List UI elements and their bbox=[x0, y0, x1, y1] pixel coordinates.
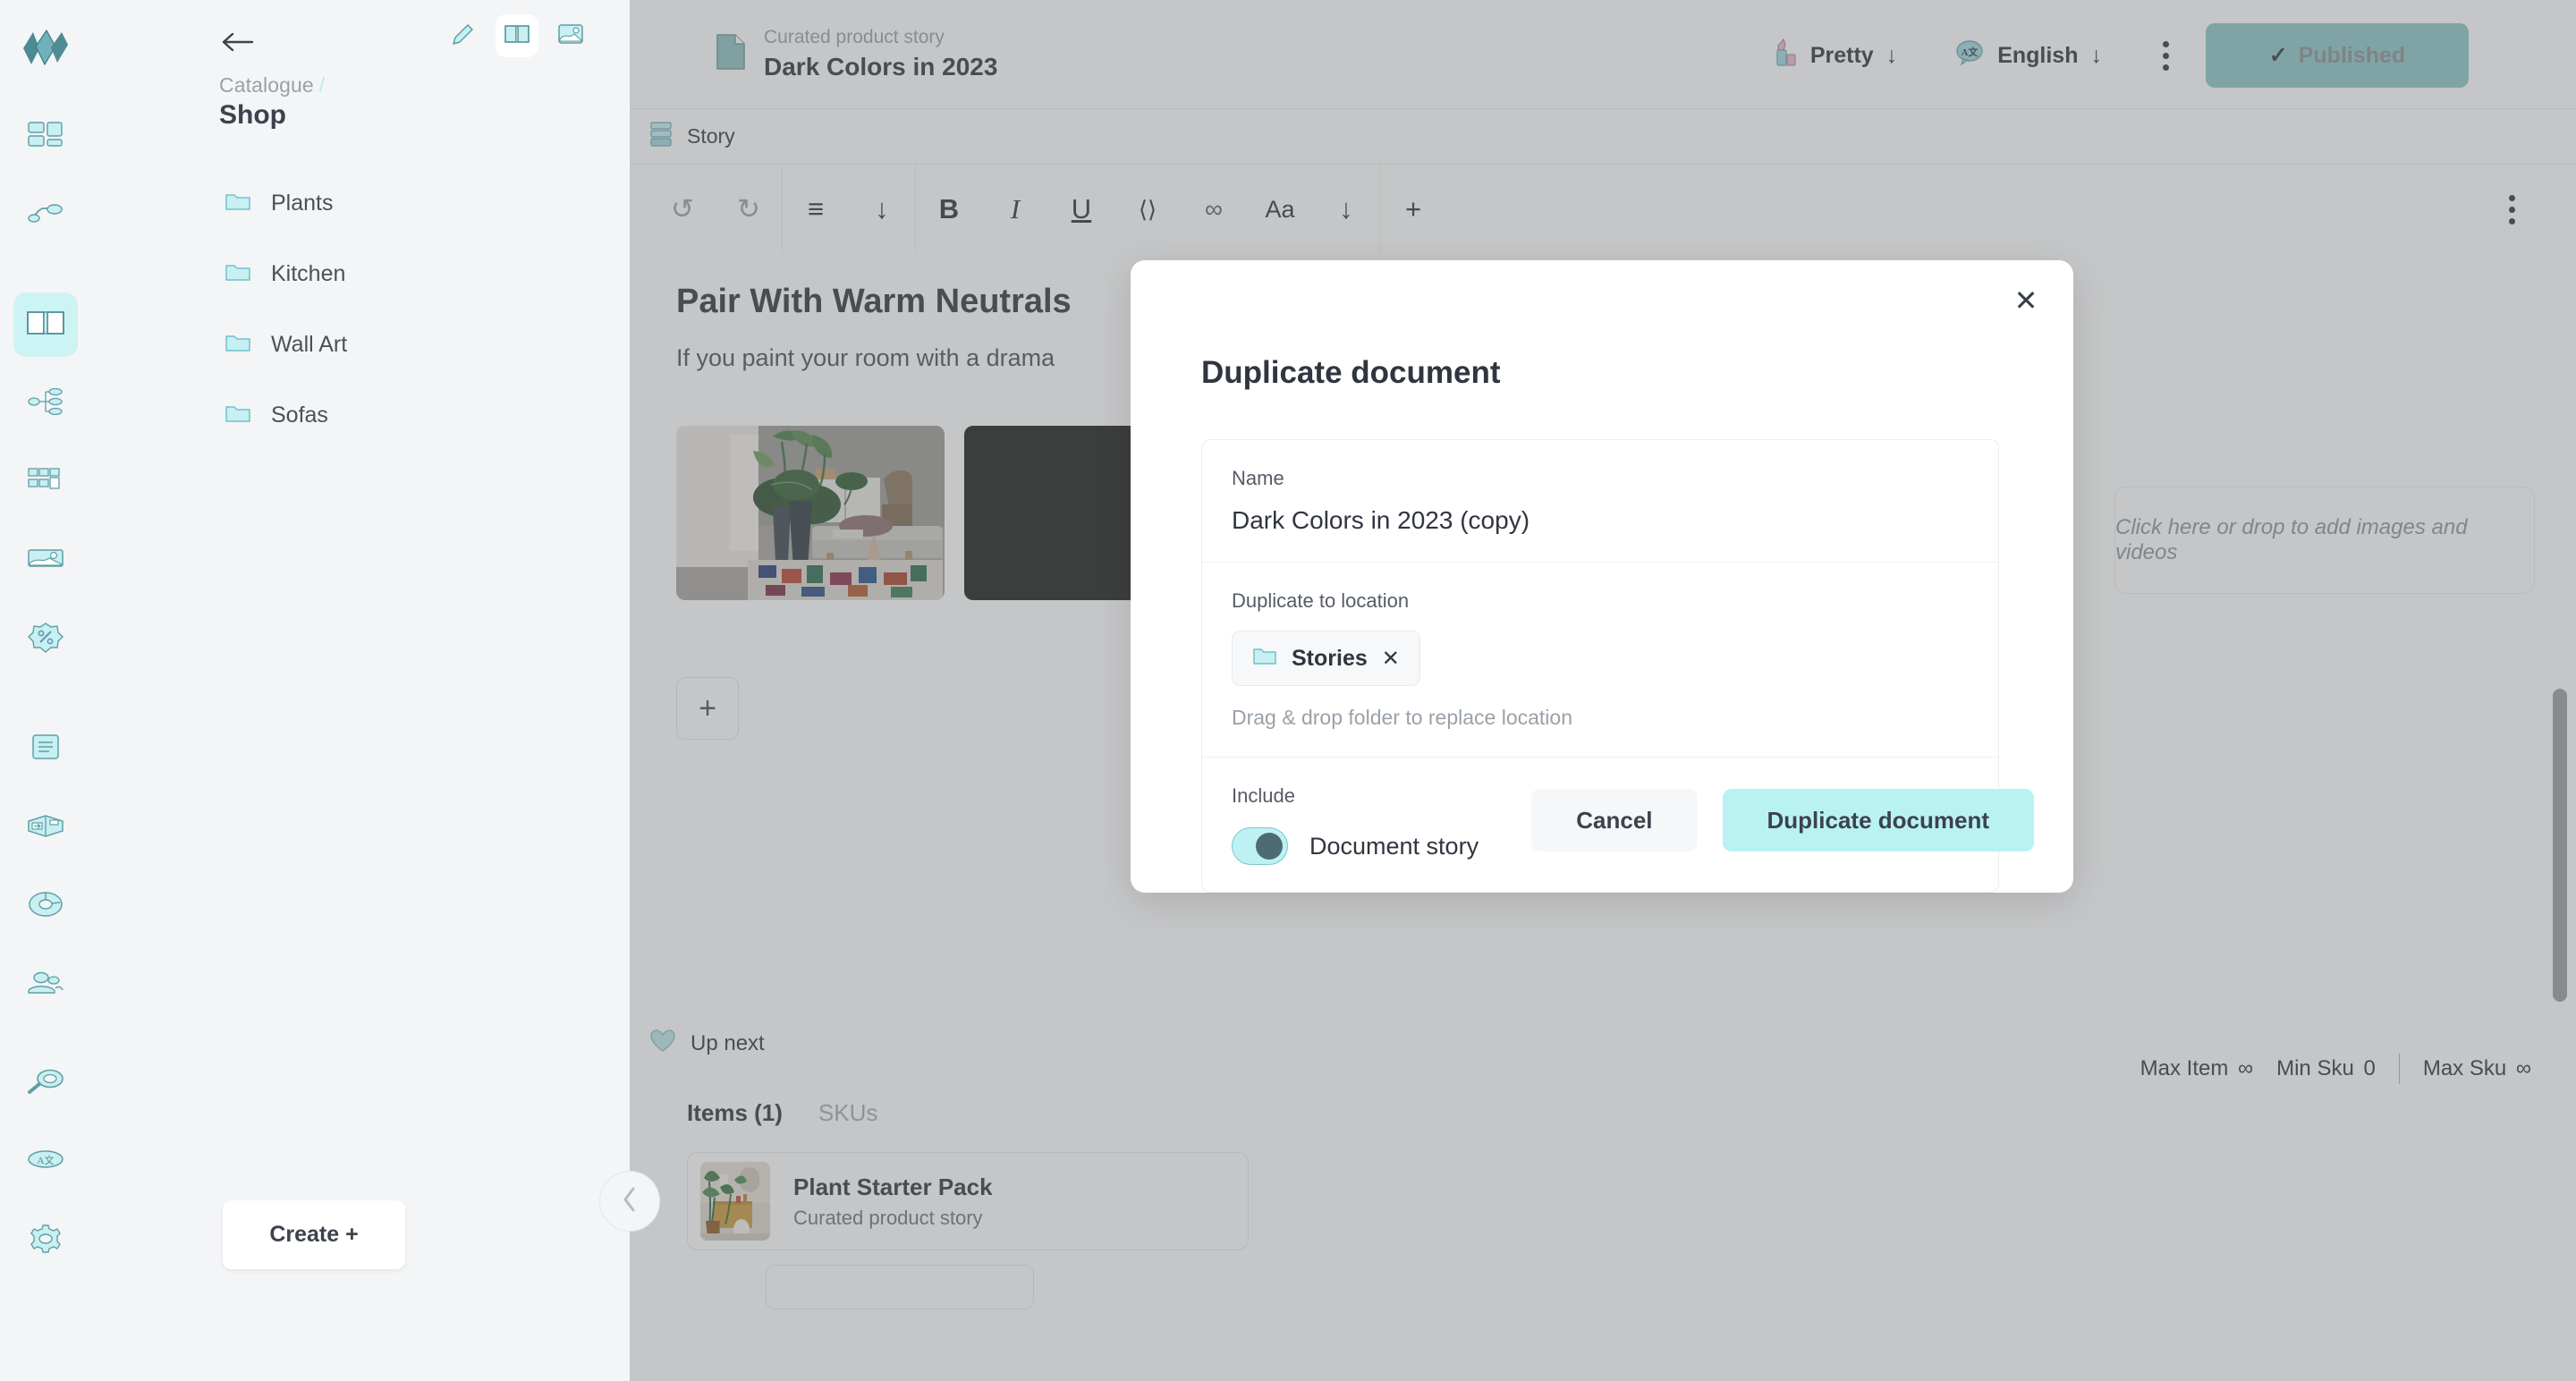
list-item[interactable]: Kitchen bbox=[90, 239, 630, 309]
gear-icon bbox=[28, 1224, 64, 1258]
document-story-toggle-label: Document story bbox=[1309, 832, 1479, 860]
sidebar-item-media[interactable] bbox=[13, 529, 78, 593]
back-button[interactable] bbox=[219, 23, 257, 61]
translate-icon: A文 bbox=[27, 1148, 64, 1176]
list-item[interactable]: Plants bbox=[90, 168, 630, 239]
folder-label: Wall Art bbox=[271, 332, 348, 357]
folder-list: Plants Kitchen Wall Art Sofas bbox=[90, 168, 630, 451]
sidebar-item-settings[interactable] bbox=[13, 1208, 78, 1273]
location-field-group: Duplicate to location Stories ✕ Drag & d… bbox=[1202, 562, 1998, 757]
cancel-button[interactable]: Cancel bbox=[1531, 789, 1698, 851]
svg-text:A文: A文 bbox=[37, 1154, 54, 1166]
image-icon bbox=[557, 22, 584, 50]
dashboard-icon bbox=[27, 121, 64, 154]
collapse-sidebar-button[interactable] bbox=[599, 1171, 660, 1232]
connection-icon bbox=[27, 203, 64, 229]
users-icon bbox=[27, 970, 64, 1000]
sidebar-item-orders[interactable] bbox=[13, 716, 78, 781]
sidebar-item-translations[interactable]: A文 bbox=[13, 1130, 78, 1194]
sidebar-item-layouts[interactable] bbox=[13, 450, 78, 514]
location-chip-label: Stories bbox=[1292, 645, 1368, 671]
brand-logo[interactable] bbox=[21, 29, 70, 74]
name-field-label: Name bbox=[1232, 467, 1284, 489]
sidebar-item-analytics[interactable] bbox=[13, 874, 78, 938]
sidebar-item-discounts[interactable] bbox=[13, 607, 78, 672]
hierarchy-icon bbox=[27, 387, 64, 419]
catalogue-panel-header: Catalogue / Shop bbox=[90, 0, 630, 130]
clipboard-list-icon bbox=[30, 732, 61, 767]
media-mode-button[interactable] bbox=[549, 14, 592, 57]
pencil-icon bbox=[451, 21, 476, 51]
page-title: Shop bbox=[219, 100, 286, 130]
view-mode-switcher bbox=[442, 14, 592, 57]
catalogue-panel: Catalogue / Shop Plants Kitchen Wall Art … bbox=[90, 0, 660, 1381]
folder-icon bbox=[225, 402, 251, 428]
name-field-group: Name Dark Colors in 2023 (copy) bbox=[1202, 440, 1998, 562]
name-input[interactable]: Dark Colors in 2023 (copy) bbox=[1232, 506, 1969, 535]
sidebar-item-hierarchy[interactable] bbox=[13, 371, 78, 436]
folder-label: Sofas bbox=[271, 402, 328, 428]
breadcrumb-separator: / bbox=[318, 73, 326, 97]
chevron-left-icon bbox=[621, 1186, 639, 1217]
search-glass-icon bbox=[27, 1068, 64, 1099]
list-item[interactable]: Wall Art bbox=[90, 309, 630, 380]
duplicate-document-button[interactable]: Duplicate document bbox=[1722, 789, 2034, 851]
folder-icon bbox=[225, 261, 251, 287]
layout-grid-icon bbox=[27, 466, 64, 499]
folder-icon bbox=[225, 191, 251, 216]
discount-badge-icon bbox=[27, 622, 64, 657]
sidebar-item-customers[interactable] bbox=[13, 953, 78, 1017]
folder-label: Plants bbox=[271, 191, 334, 216]
remove-location-icon[interactable]: ✕ bbox=[1382, 646, 1400, 672]
dialog-footer: Cancel Duplicate document bbox=[1531, 789, 2034, 851]
icon-rail: A文 bbox=[0, 0, 90, 1381]
create-button[interactable]: Create + bbox=[223, 1200, 405, 1269]
location-chip[interactable]: Stories ✕ bbox=[1232, 631, 1420, 686]
story-mode-button[interactable] bbox=[496, 14, 538, 57]
toggle-knob bbox=[1256, 833, 1283, 860]
edit-mode-button[interactable] bbox=[442, 14, 485, 57]
folder-label: Kitchen bbox=[271, 261, 346, 286]
media-image-icon bbox=[27, 547, 64, 575]
location-field-label: Duplicate to location bbox=[1232, 589, 1410, 612]
shipping-box-icon bbox=[27, 813, 64, 843]
book-icon bbox=[504, 23, 530, 49]
breadcrumb[interactable]: Catalogue / bbox=[219, 73, 325, 97]
close-button[interactable]: ✕ bbox=[2005, 280, 2046, 321]
document-story-toggle[interactable] bbox=[1232, 827, 1288, 865]
sidebar-item-connections[interactable] bbox=[13, 183, 78, 248]
folder-icon bbox=[1252, 646, 1277, 671]
pie-chart-icon bbox=[28, 890, 64, 923]
sidebar-item-search[interactable] bbox=[13, 1051, 78, 1115]
sidebar-item-dashboard[interactable] bbox=[13, 105, 78, 169]
list-item[interactable]: Sofas bbox=[90, 380, 630, 451]
book-icon bbox=[26, 309, 65, 342]
close-icon: ✕ bbox=[2013, 284, 2038, 317]
breadcrumb-root[interactable]: Catalogue bbox=[219, 73, 314, 97]
app-root: A文 Catalogue / Shop Plants Kitchen Wall … bbox=[0, 0, 2576, 1381]
location-hint: Drag & drop folder to replace location bbox=[1232, 706, 1572, 729]
folder-icon bbox=[225, 332, 251, 358]
dialog-title: Duplicate document bbox=[1201, 355, 1501, 390]
sidebar-item-catalogue[interactable] bbox=[13, 292, 78, 357]
sidebar-item-shipping[interactable] bbox=[13, 795, 78, 860]
duplicate-document-dialog: ✕ Duplicate document Name Dark Colors in… bbox=[1131, 260, 2073, 893]
